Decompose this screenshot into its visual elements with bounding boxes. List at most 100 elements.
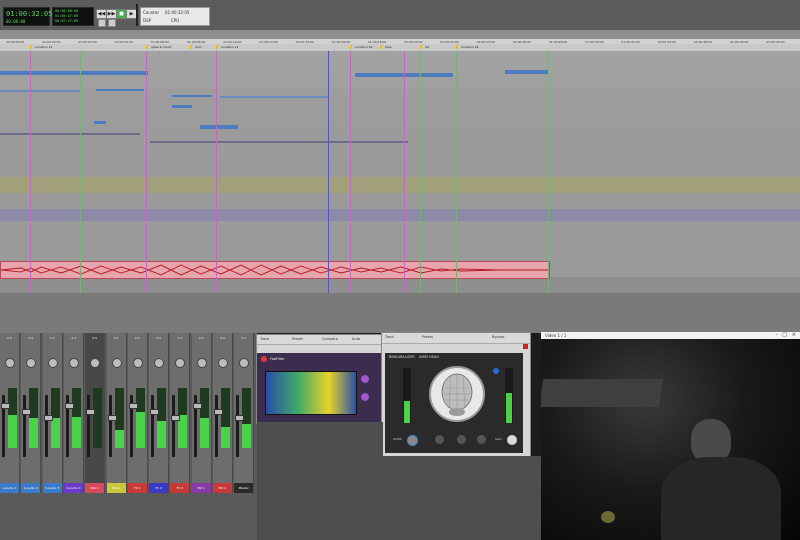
room-knob[interactable] <box>457 435 466 444</box>
pan-knob[interactable] <box>175 358 186 368</box>
width-knob[interactable] <box>407 435 418 446</box>
track-lane-9[interactable] <box>0 193 800 210</box>
volume-fader[interactable] <box>108 395 112 457</box>
strip-name[interactable]: FX 1 <box>127 483 147 493</box>
fader-cap[interactable] <box>128 403 138 409</box>
eq-knob-icon[interactable] <box>361 375 369 383</box>
strip-name[interactable]: Master <box>234 483 254 493</box>
track-lane-7[interactable] <box>0 157 800 178</box>
volume-fader[interactable] <box>44 395 48 457</box>
marker-ruler[interactable]: Location 11 glass & mood door Location 11 Lo… <box>0 44 800 51</box>
pan-knob[interactable] <box>196 358 207 368</box>
eq-plugin-window[interactable]: Track Preset Compare Auto FabFilter <box>256 334 385 424</box>
strip-name[interactable]: DIA 2 <box>106 483 126 493</box>
marker[interactable]: glass & mood <box>146 45 171 49</box>
eq-compare-label[interactable]: Compare <box>322 337 338 341</box>
counter-panel[interactable]: Counter 01:00:32:05 DSP CPU <box>140 7 210 26</box>
volume-fader[interactable] <box>215 395 218 457</box>
strip-name[interactable]: MX 2 <box>213 483 232 493</box>
channel-strip[interactable]: 0.0 1-Audio 1 <box>0 333 20 493</box>
audio-clip[interactable] <box>0 71 148 75</box>
edit-window-tracks[interactable] <box>0 51 800 294</box>
binaural-panel[interactable]: BINAURALIZER AMBI HEAD Width Gain <box>385 353 523 453</box>
audio-clip[interactable] <box>505 70 548 74</box>
audio-clip[interactable] <box>172 95 212 97</box>
pan-knob[interactable] <box>111 358 122 368</box>
pan-knob[interactable] <box>47 358 58 368</box>
channel-strip[interactable]: 0.0 2-Audio 2 <box>21 333 42 493</box>
binaural-bypass-label[interactable]: Bypass <box>492 335 505 339</box>
strip-name[interactable]: FX 2 <box>149 483 169 493</box>
close-icon[interactable] <box>523 344 528 349</box>
strip-name[interactable]: DIA 1 <box>85 483 105 493</box>
track-lane-8[interactable] <box>0 177 800 194</box>
pan-knob[interactable] <box>154 358 165 368</box>
gain-knob[interactable] <box>435 435 444 444</box>
channel-strip[interactable]: 0.0 3-Audio 3 <box>42 333 63 493</box>
marker[interactable]: Location 11 <box>216 45 238 49</box>
pan-knob[interactable] <box>90 358 101 368</box>
pan-knob[interactable] <box>239 358 250 368</box>
track-lane-4[interactable] <box>0 105 800 122</box>
channel-strip[interactable]: 0.0 MX 1 <box>191 333 212 493</box>
channel-strip[interactable]: 0.0 MX 2 <box>213 333 233 493</box>
audio-clip[interactable] <box>0 90 80 92</box>
volume-fader[interactable] <box>23 395 27 457</box>
output-gain-knob[interactable] <box>507 435 517 445</box>
fader-cap[interactable] <box>22 409 32 415</box>
fader-cap[interactable] <box>150 409 160 415</box>
track-lane-14[interactable] <box>0 277 800 294</box>
link-icon[interactable] <box>493 368 499 374</box>
channel-strip[interactable]: -2.4 4-Audio 4 <box>63 333 84 493</box>
track-lane-11[interactable] <box>0 221 800 252</box>
audio-waveform-clip[interactable] <box>0 261 550 279</box>
eq-knob-icon[interactable] <box>361 393 369 401</box>
fader-cap[interactable] <box>43 415 53 421</box>
marker[interactable]: Location 11 <box>30 45 52 49</box>
fader-cap[interactable] <box>235 415 245 421</box>
selection-counters[interactable]: 00:58:00:00 01:05:47:09 00:07:47:09 <box>52 7 94 26</box>
online-icon[interactable] <box>108 19 116 27</box>
track-lane-5[interactable] <box>0 121 800 138</box>
minimize-icon[interactable]: – <box>776 332 779 338</box>
strip-name[interactable]: 3-Audio 3 <box>42 483 62 493</box>
fader-cap[interactable] <box>171 415 181 421</box>
pan-knob[interactable] <box>5 358 15 368</box>
channel-strip[interactable]: 0.0 Master <box>234 333 255 493</box>
eq-display[interactable]: FabFilter <box>257 353 384 423</box>
eq-spectrum-graph[interactable] <box>265 371 357 415</box>
head-display[interactable] <box>429 366 485 422</box>
fader-cap[interactable] <box>64 403 74 409</box>
marker[interactable]: door <box>190 45 202 49</box>
pan-knob[interactable] <box>68 358 79 368</box>
maximize-icon[interactable]: □ <box>782 332 787 338</box>
audio-clip[interactable] <box>150 141 408 143</box>
pan-knob[interactable] <box>132 358 143 368</box>
track-lane-3[interactable] <box>0 89 800 106</box>
volume-fader[interactable] <box>172 395 176 457</box>
channel-strip[interactable]: 0.0 FX 2 <box>149 333 170 493</box>
binaural-plugin-window[interactable]: Track Preset Bypass BINAURALIZER AMBI HE… <box>381 332 531 458</box>
marker[interactable]: Location 16 <box>350 45 372 49</box>
volume-fader[interactable] <box>151 395 155 457</box>
mix-window[interactable]: 0.0 1-Audio 1 0.0 2-Audio 2 0.0 3-Audio 3 -2.4… <box>0 333 257 540</box>
audio-clip[interactable] <box>0 133 140 135</box>
audio-clip[interactable] <box>172 105 192 108</box>
channel-strip[interactable]: 0.0 DIA 2 <box>106 333 127 493</box>
volume-fader[interactable] <box>236 395 240 457</box>
marker[interactable]: Location 18 <box>456 45 478 49</box>
marker[interactable]: stop <box>380 45 391 49</box>
strip-name[interactable]: 1-Audio 1 <box>0 483 19 493</box>
fader-cap[interactable] <box>214 409 223 415</box>
pan-knob[interactable] <box>218 358 228 368</box>
channel-strip[interactable]: 0.0 DIA 1 <box>85 333 106 493</box>
audio-clip[interactable] <box>94 121 106 124</box>
close-icon[interactable]: × <box>792 332 796 338</box>
loop-icon[interactable] <box>98 19 106 27</box>
strip-name[interactable]: 4-Audio 4 <box>63 483 83 493</box>
volume-fader[interactable] <box>87 395 91 457</box>
main-counter[interactable]: 01:00:32:05 00:00:00 <box>3 7 52 26</box>
eq-auto-label[interactable]: Auto <box>352 337 360 341</box>
strip-name[interactable]: 2-Audio 2 <box>21 483 41 493</box>
channel-strip[interactable]: 0.0 FX 1 <box>127 333 148 493</box>
